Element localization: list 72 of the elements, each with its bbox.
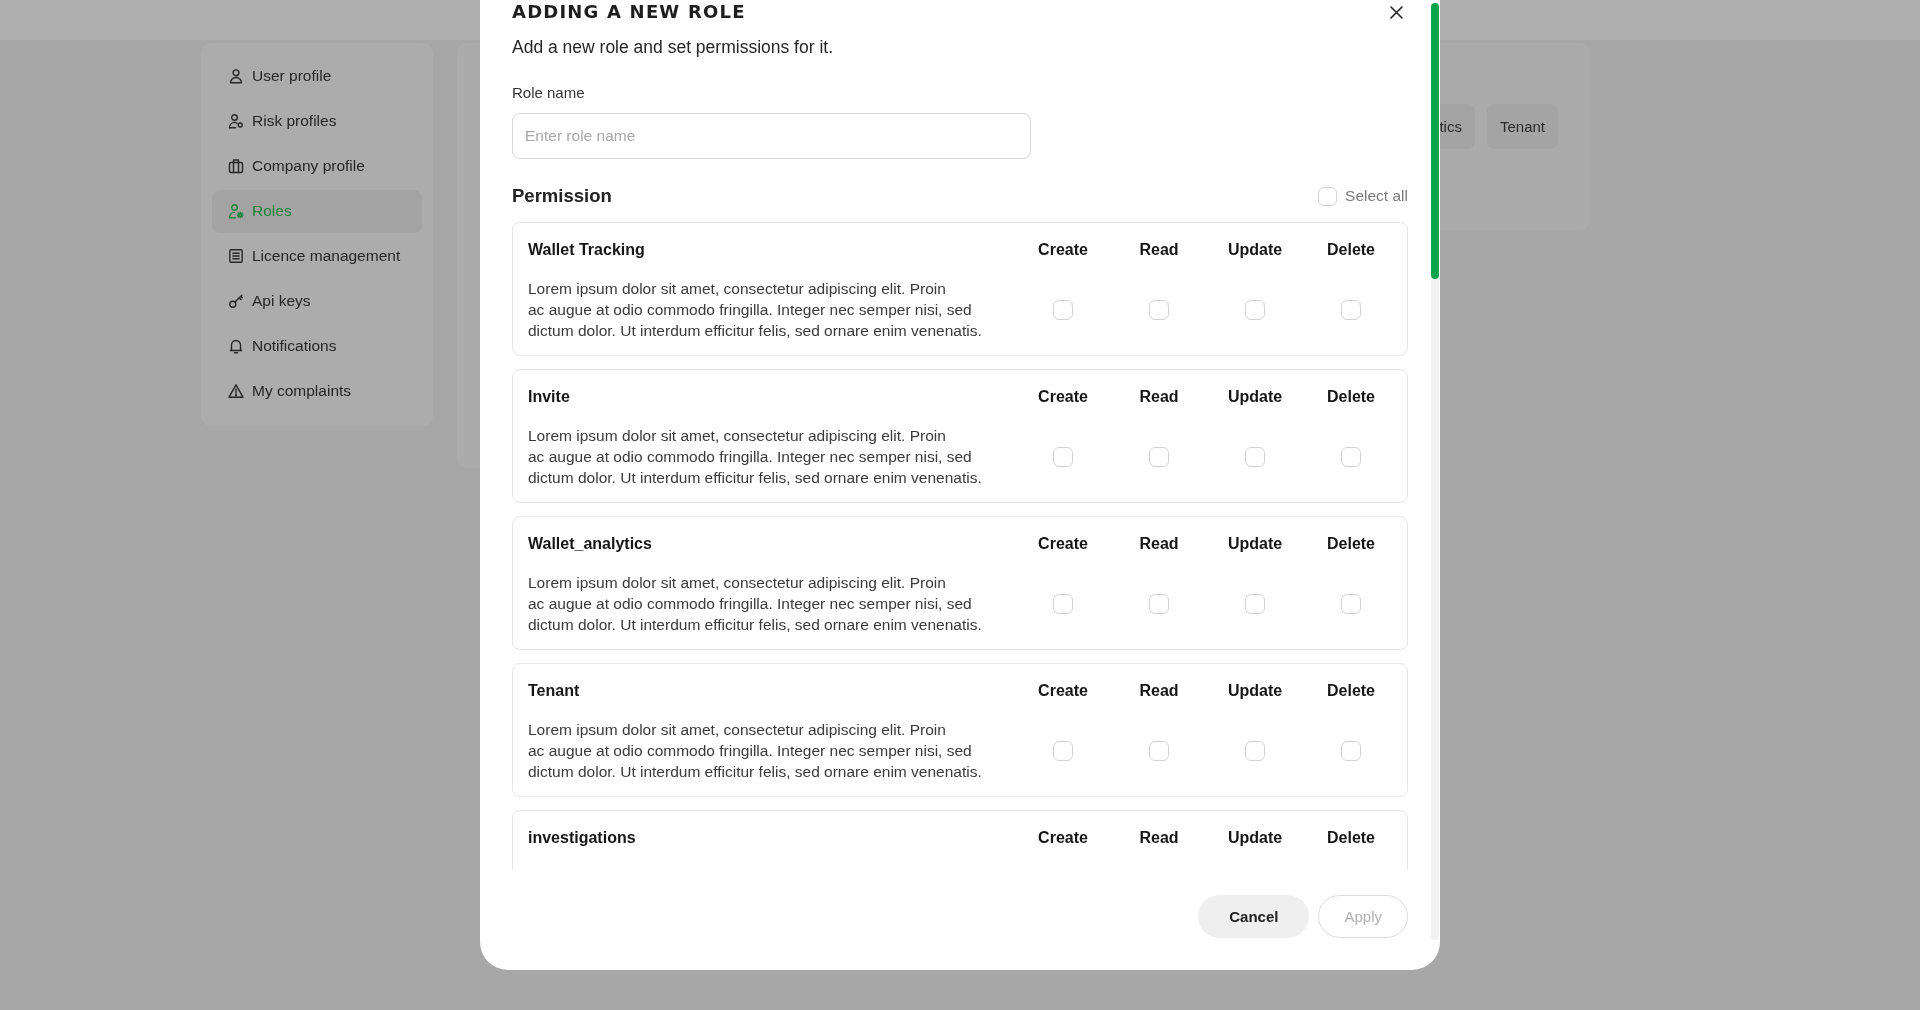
checkbox[interactable] [1053, 299, 1073, 320]
sidebar-item[interactable]: Notifications [212, 324, 422, 368]
person-circle-icon [228, 113, 244, 129]
close-icon[interactable] [1390, 5, 1403, 19]
column-header: Update [1227, 829, 1283, 847]
column-header: Update [1227, 241, 1283, 259]
permission-description: Lorem ipsum dolor sit amet, consectetur adipiscing elit. Proin ac augue at odio commodo fringilla. Integer nec semper nisi, sed dictum dolor. Ut interdum efficitur felis, sed ornare enim venenatis. [528, 279, 982, 341]
bell-icon [228, 338, 244, 354]
select-all-label[interactable]: Select all [1345, 187, 1408, 205]
permission-description: Lorem ipsum dolor sit amet, consectetur adipiscing elit. Proin ac augue at odio commodo fringilla. Integer nec semper nisi, sed dictum dolor. Ut interdum efficitur felis, sed ornare enim venenatis. [528, 426, 982, 488]
checkbox[interactable] [1245, 446, 1265, 467]
column-header: Read [1139, 388, 1179, 406]
checkbox[interactable] [1053, 740, 1073, 761]
checkbox[interactable] [1149, 740, 1169, 761]
sidebar-item[interactable]: Api keys [212, 279, 422, 323]
checkbox[interactable] [1341, 593, 1361, 614]
key-icon [228, 293, 244, 309]
permission-description: Lorem ipsum dolor sit amet, consectetur adipiscing elit. Proin ac augue at odio commodo fringilla. Integer nec semper nisi, sed dictum dolor. Ut interdum efficitur felis, sed ornare enim venenatis. [528, 720, 982, 782]
permission-name: investigations [528, 829, 636, 847]
column-header: Create [1038, 682, 1088, 700]
column-header: Read [1139, 682, 1179, 700]
column-header: Create [1038, 535, 1088, 553]
checkbox[interactable] [1053, 446, 1073, 467]
column-header: Read [1139, 829, 1179, 847]
column-header: Read [1139, 241, 1179, 259]
document-list-icon [228, 248, 244, 264]
briefcase-icon [228, 158, 244, 174]
checkbox[interactable] [1053, 593, 1073, 614]
checkbox[interactable] [1149, 299, 1169, 320]
action-button[interactable]: Cancel [1198, 895, 1310, 938]
column-header: Create [1038, 829, 1088, 847]
sidebar-item[interactable]: My complaints [212, 369, 422, 413]
warning-icon [228, 383, 244, 399]
permission-name: Invite [528, 388, 570, 406]
column-header: Delete [1327, 388, 1375, 406]
column-header: Delete [1327, 682, 1375, 700]
checkbox[interactable] [1245, 299, 1265, 320]
person-icon [228, 68, 244, 84]
permission-description: Lorem ipsum dolor sit amet, consectetur adipiscing elit. Proin ac augue at odio commodo fringilla. Integer nec semper nisi, sed dictum dolor. Ut interdum efficitur felis, sed ornare enim venenatis. [528, 573, 982, 635]
field-label: Role name [512, 83, 585, 103]
sidebar-item[interactable]: Risk profiles [212, 99, 422, 143]
column-header: Update [1227, 682, 1283, 700]
column-header: Create [1038, 388, 1088, 406]
column-header: Update [1227, 535, 1283, 553]
scrollbar-thumb[interactable] [1431, 3, 1439, 279]
checkbox[interactable] [1341, 740, 1361, 761]
column-header: Update [1227, 388, 1283, 406]
permission-name: Wallet_analytics [528, 535, 652, 553]
sidebar-item[interactable]: User profile [212, 54, 422, 98]
dialog-title: ADDING A NEW ROLE [512, 0, 746, 24]
sidebar-item[interactable]: Licence management [212, 234, 422, 278]
permission-name: Wallet Tracking [528, 241, 645, 259]
select-all-checkbox[interactable] [1318, 186, 1338, 206]
checkbox[interactable] [1341, 446, 1361, 467]
tab[interactable]: tics [1439, 104, 1475, 149]
tab[interactable]: Tenant [1486, 104, 1558, 149]
person-gear-icon [228, 203, 244, 219]
column-header: Delete [1327, 829, 1375, 847]
column-header: Delete [1327, 535, 1375, 553]
column-header: Create [1038, 241, 1088, 259]
checkbox[interactable] [1341, 299, 1361, 320]
role-name-input[interactable]: Enter role name [512, 113, 1031, 159]
column-header: Read [1139, 535, 1179, 553]
checkbox[interactable] [1149, 593, 1169, 614]
sidebar-item[interactable]: Company profile [212, 144, 422, 188]
checkbox[interactable] [1149, 446, 1169, 467]
section-title: Permission [512, 185, 612, 207]
dialog-subtitle: Add a new role and set permissions for it. [512, 36, 834, 59]
column-header: Delete [1327, 241, 1375, 259]
permission-name: Tenant [528, 682, 580, 700]
checkbox[interactable] [1245, 740, 1265, 761]
checkbox[interactable] [1245, 593, 1265, 614]
